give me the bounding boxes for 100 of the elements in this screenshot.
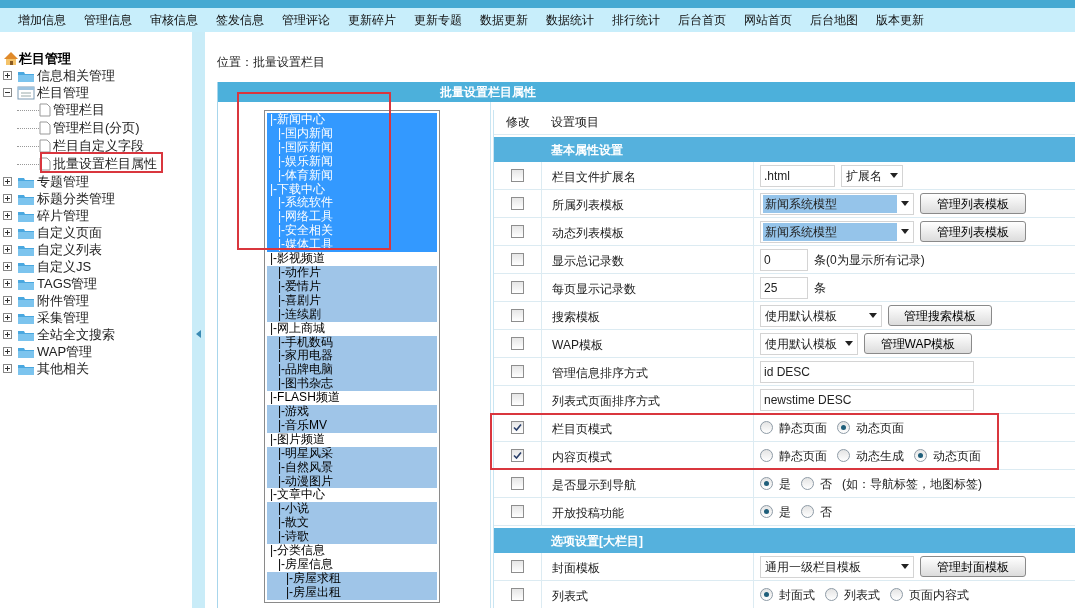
- nav-link[interactable]: 网站首页: [735, 11, 801, 29]
- hint-text: 条: [814, 279, 826, 297]
- list-option[interactable]: |-图书杂志: [267, 377, 437, 392]
- nav-link[interactable]: 版本更新: [867, 11, 933, 29]
- text-field[interactable]: newstime DESC: [760, 388, 974, 411]
- checkbox[interactable]: [511, 253, 524, 266]
- setting-label: WAP模板: [541, 330, 753, 357]
- text-field[interactable]: 0: [760, 248, 808, 271]
- nav-link[interactable]: 后台地图: [801, 11, 867, 29]
- list-option[interactable]: |-散文: [267, 516, 437, 531]
- checkbox[interactable]: [511, 281, 524, 294]
- radio-button[interactable]: [760, 449, 773, 462]
- setting-label: 搜索模板: [541, 302, 753, 329]
- checkbox[interactable]: [511, 365, 524, 378]
- dropdown[interactable]: 扩展名: [841, 164, 903, 187]
- radio-button[interactable]: [914, 449, 927, 462]
- setting-label: 每页显示记录数: [541, 274, 753, 301]
- manage-button[interactable]: 管理列表模板: [920, 193, 1026, 214]
- list-option[interactable]: |-小说: [267, 502, 437, 517]
- list-option[interactable]: |-诗歌: [267, 530, 437, 545]
- manage-button[interactable]: 管理搜索模板: [888, 305, 992, 326]
- text-field[interactable]: id DESC: [760, 360, 974, 383]
- setting-label: 封面模板: [541, 553, 753, 580]
- checkbox[interactable]: [511, 393, 524, 406]
- radio-button[interactable]: [837, 449, 850, 462]
- column-header: 修改: [504, 114, 531, 131]
- nav-link[interactable]: 增加信息: [9, 11, 75, 29]
- sidebar-item[interactable]: 管理栏目: [53, 100, 105, 120]
- nav-link[interactable]: 管理评论: [273, 11, 339, 29]
- radio-label: 否: [820, 503, 832, 521]
- radio-label: 动态页面: [933, 447, 981, 465]
- radio-button[interactable]: [760, 421, 773, 434]
- dropdown[interactable]: 新闻系统模型: [760, 220, 914, 243]
- sidebar-item[interactable]: 栏目自定义字段: [53, 136, 144, 156]
- list-option[interactable]: |-家用电器: [267, 349, 437, 364]
- nav-link[interactable]: 更新碎片: [339, 11, 405, 29]
- window-icon: [17, 85, 35, 100]
- manage-button[interactable]: 管理WAP模板: [864, 333, 972, 354]
- manage-button[interactable]: 管理列表模板: [920, 221, 1026, 242]
- nav-link[interactable]: 审核信息: [141, 11, 207, 29]
- nav-link[interactable]: 数据更新: [471, 11, 537, 29]
- section-header: 基本属性设置: [494, 137, 1075, 162]
- setting-label: 是否显示到导航: [541, 470, 753, 497]
- setting-label: 所属列表模板: [541, 190, 753, 217]
- radio-button[interactable]: [801, 505, 814, 518]
- sidebar-item[interactable]: 批量设置栏目属性: [53, 154, 157, 174]
- text-field[interactable]: 25: [760, 276, 808, 299]
- section-header: 选项设置[大栏目]: [494, 528, 1075, 553]
- collapse-arrow-icon: [196, 330, 201, 338]
- dropdown[interactable]: 新闻系统模型: [760, 192, 914, 215]
- setting-label: 开放投稿功能: [541, 498, 753, 525]
- checkbox[interactable]: [511, 477, 524, 490]
- checkbox[interactable]: [511, 225, 524, 238]
- radio-button[interactable]: [760, 505, 773, 518]
- radio-button[interactable]: [837, 421, 850, 434]
- nav-link[interactable]: 排行统计: [603, 11, 669, 29]
- caret-icon: [890, 173, 898, 178]
- checkbox[interactable]: [511, 309, 524, 322]
- checkbox[interactable]: [511, 169, 524, 182]
- dropdown[interactable]: 通用一级栏目模板: [760, 555, 914, 578]
- checkbox[interactable]: [511, 337, 524, 350]
- radio-label: 静态页面: [779, 419, 827, 437]
- manage-button[interactable]: 管理封面模板: [920, 556, 1026, 577]
- nav-link[interactable]: 数据统计: [537, 11, 603, 29]
- caret-icon: [901, 564, 909, 569]
- dropdown[interactable]: 使用默认模板: [760, 304, 882, 327]
- setting-label: 列表式: [541, 581, 753, 608]
- radio-button[interactable]: [890, 588, 903, 601]
- checkbox[interactable]: [511, 505, 524, 518]
- breadcrumb: 位置：批量设置栏目: [217, 54, 326, 71]
- radio-button[interactable]: [760, 588, 773, 601]
- checkbox[interactable]: [511, 197, 524, 210]
- radio-label: 否: [820, 475, 832, 493]
- list-option[interactable]: |-品牌电脑: [267, 363, 437, 378]
- checkbox[interactable]: [511, 449, 524, 462]
- list-option[interactable]: |-游戏: [267, 405, 437, 419]
- checkbox[interactable]: [511, 421, 524, 434]
- radio-button[interactable]: [825, 588, 838, 601]
- nav-link[interactable]: 更新专题: [405, 11, 471, 29]
- setting-label: 管理信息排序方式: [541, 358, 753, 385]
- nav-link[interactable]: 签发信息: [207, 11, 273, 29]
- radio-label: 静态页面: [779, 447, 827, 465]
- caret-icon: [869, 313, 877, 318]
- sidebar-title: 栏目管理: [19, 49, 71, 68]
- nav-link[interactable]: 后台首页: [669, 11, 735, 29]
- category-listbox[interactable]: [264, 110, 440, 603]
- checkbox[interactable]: [511, 560, 524, 573]
- dropdown[interactable]: 使用默认模板: [760, 332, 858, 355]
- radio-label: 封面式: [779, 586, 815, 604]
- setting-label: 显示总记录数: [541, 246, 753, 273]
- radio-label: 列表式: [844, 586, 880, 604]
- text-field[interactable]: .html: [760, 164, 835, 187]
- radio-button[interactable]: [760, 477, 773, 490]
- setting-label: 内容页模式: [541, 442, 753, 469]
- radio-button[interactable]: [801, 477, 814, 490]
- hint-text: 条(0为显示所有记录): [814, 251, 925, 269]
- sidebar-item[interactable]: 管理栏目(分页): [53, 118, 140, 138]
- nav-link[interactable]: 管理信息: [75, 11, 141, 29]
- checkbox[interactable]: [511, 588, 524, 601]
- radio-label: 动态页面: [856, 419, 904, 437]
